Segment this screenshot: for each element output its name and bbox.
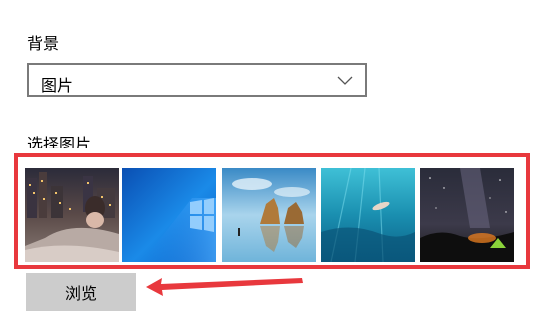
picture-thumbnail-2[interactable] <box>122 168 216 262</box>
background-label: 背景 <box>27 34 60 53</box>
background-dropdown[interactable]: 图片 <box>27 63 367 97</box>
chevron-down-icon <box>337 76 353 85</box>
background-dropdown-value: 图片 <box>41 76 74 95</box>
red-arrow-annotation <box>146 278 303 296</box>
choose-picture-label: 选择图片 <box>27 135 92 148</box>
picture-thumbnail-3[interactable] <box>222 168 316 262</box>
picture-thumbnail-4[interactable] <box>321 168 415 262</box>
browse-button[interactable]: 浏览 <box>26 273 136 311</box>
picture-thumbnail-1[interactable] <box>25 168 119 262</box>
picture-thumbnail-5[interactable] <box>420 168 514 262</box>
